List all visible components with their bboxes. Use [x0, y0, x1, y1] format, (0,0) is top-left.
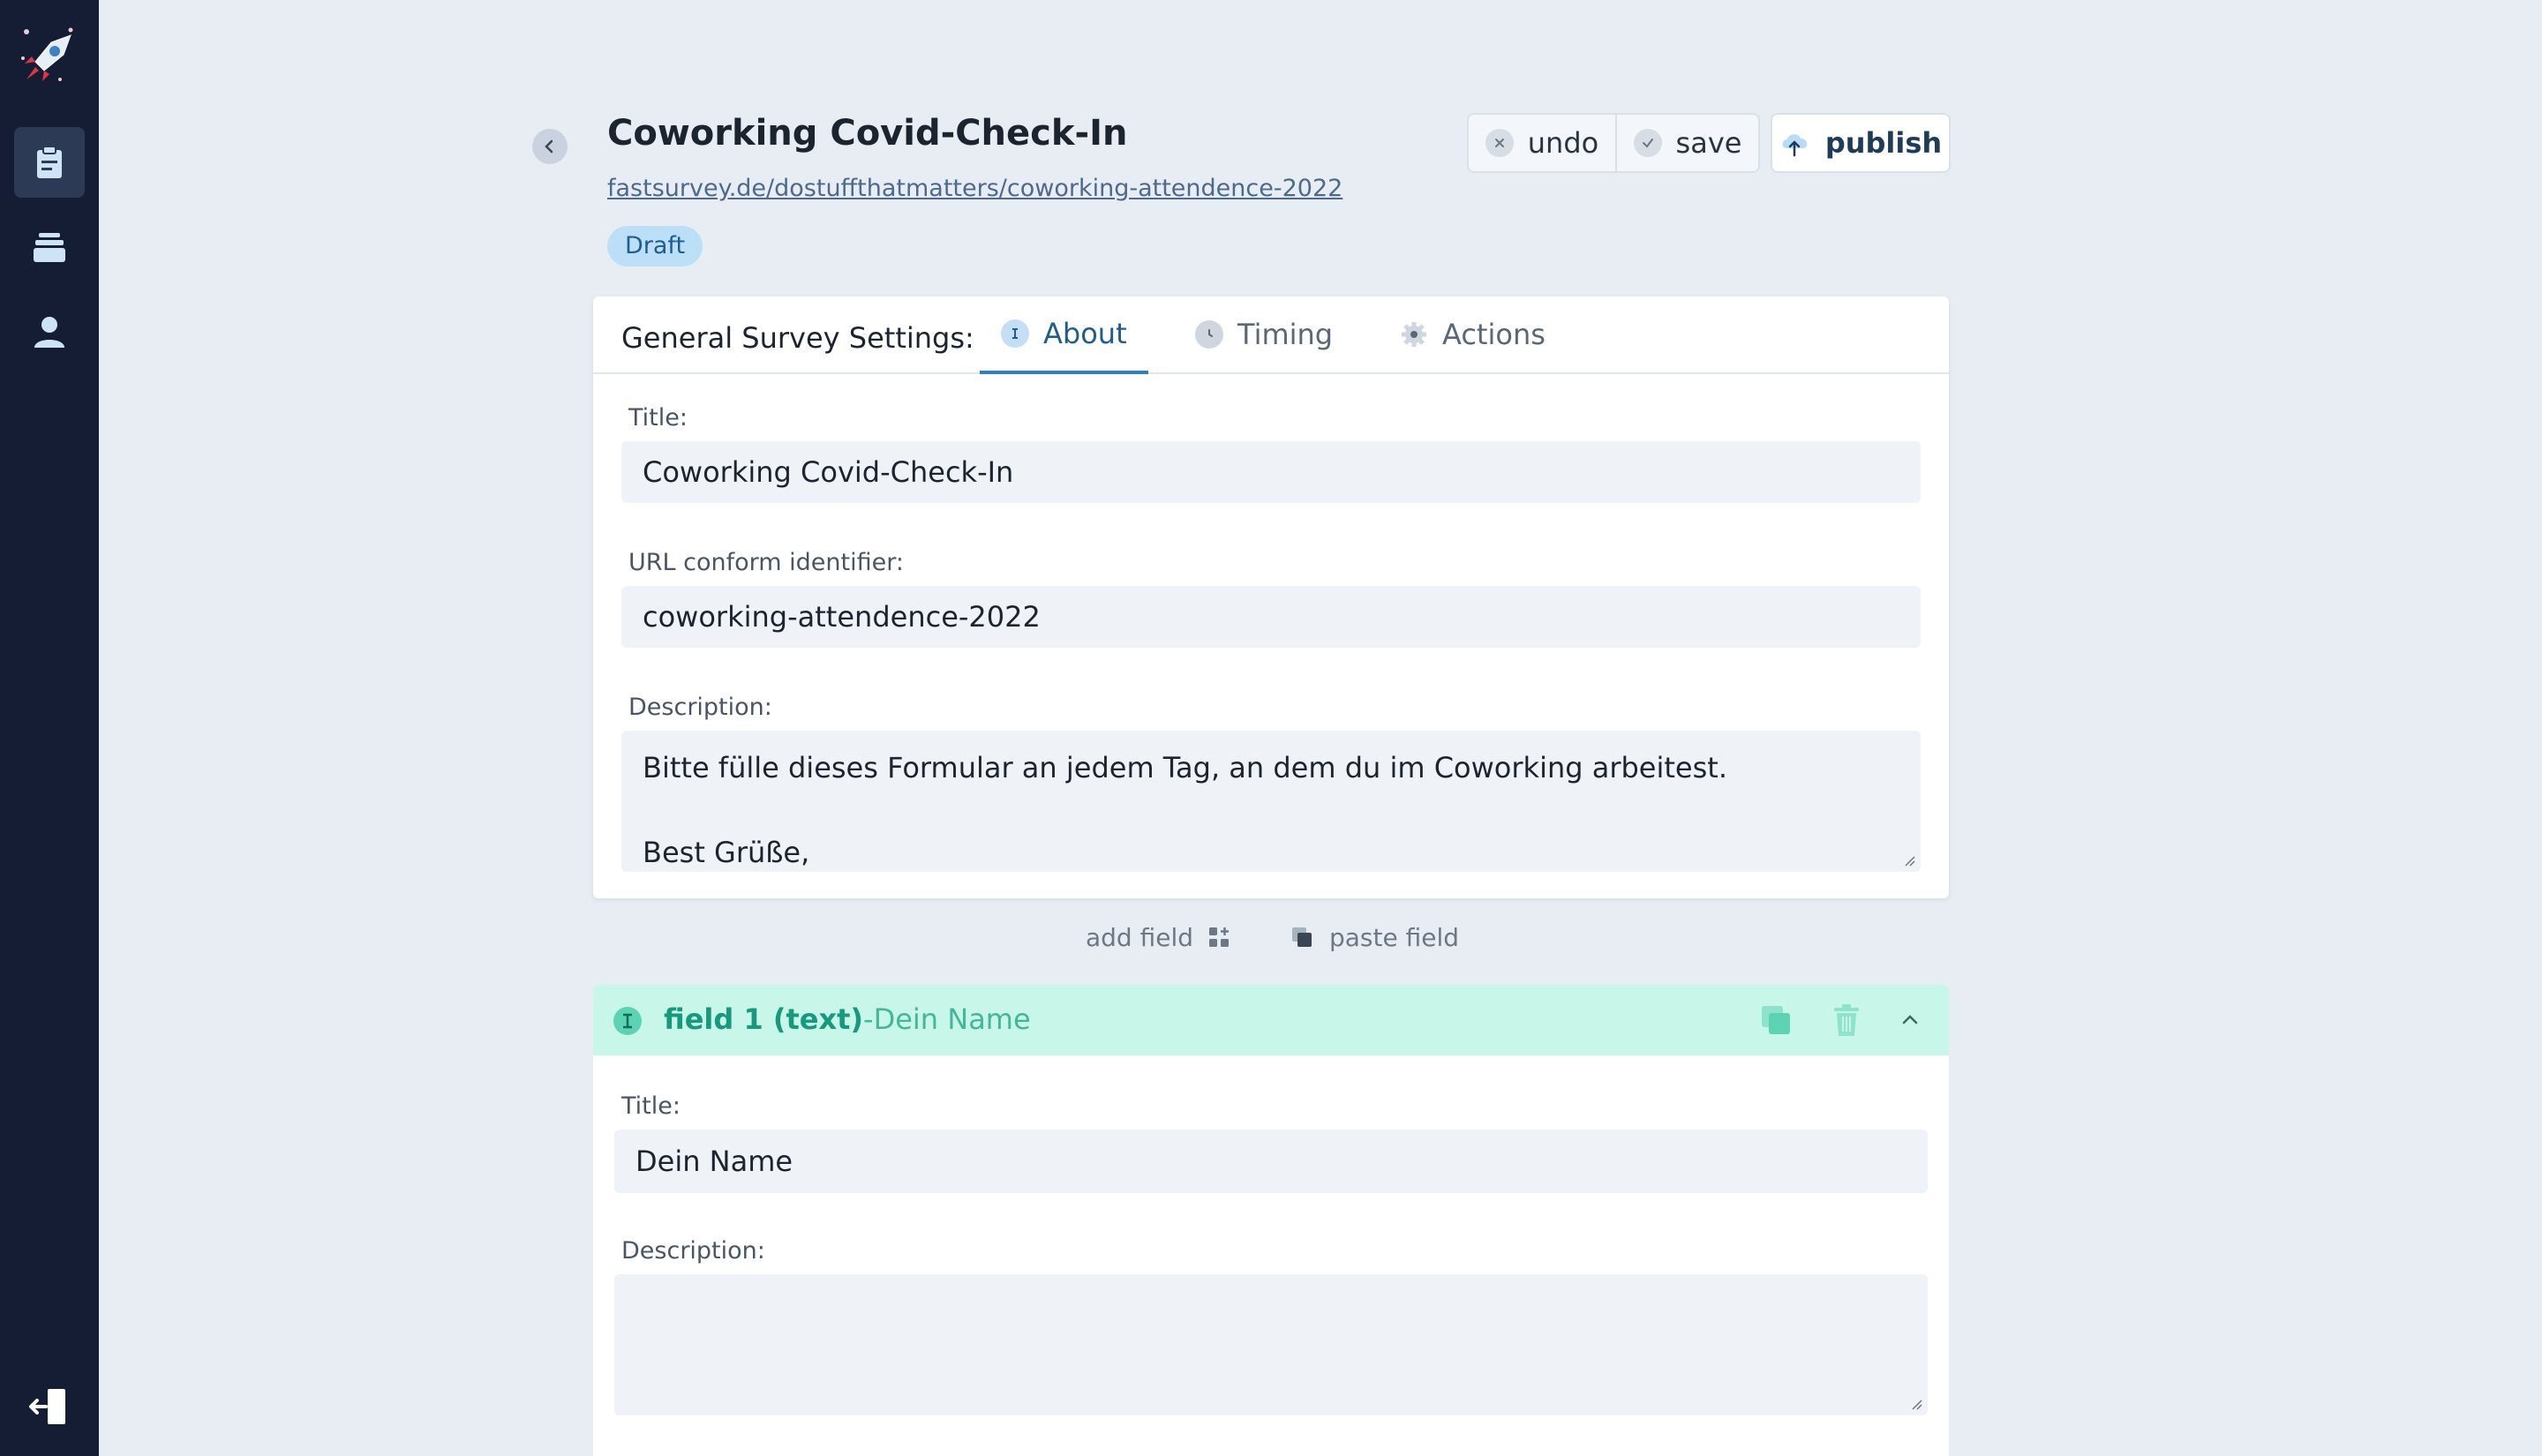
- field-type-label: field 1 (text): [664, 1002, 864, 1036]
- description-label: Description:: [628, 694, 772, 721]
- text-cursor-icon: [1001, 319, 1029, 348]
- add-field-button[interactable]: add field: [1086, 923, 1232, 952]
- status-badge: Draft: [607, 226, 703, 266]
- sidebar-item-account[interactable]: [14, 296, 85, 367]
- field-card: field 1 (text)-Dein Name Title: Dein Nam…: [593, 985, 1949, 1456]
- title-input-value: Coworking Covid-Check-In: [643, 455, 1014, 489]
- sidebar: [0, 0, 99, 1456]
- chevron-up-icon: [1902, 1015, 1918, 1024]
- sidebar-item-surveys[interactable]: [14, 127, 85, 198]
- field-header[interactable]: field 1 (text)-Dein Name: [593, 985, 1949, 1055]
- publish-button[interactable]: publish: [1772, 115, 1949, 171]
- identifier-input[interactable]: coworking-attendence-2022: [621, 586, 1921, 648]
- back-button[interactable]: [532, 129, 568, 164]
- field-header-title: field 1 (text)-Dein Name: [664, 1002, 1031, 1036]
- tab-actions-label: Actions: [1442, 318, 1546, 351]
- paste-field-label: paste field: [1329, 923, 1460, 952]
- paste-field-button[interactable]: paste field: [1290, 923, 1459, 952]
- description-line-1: Bitte fülle dieses Formular an jedem Tag…: [643, 751, 1727, 784]
- sidebar-item-archive[interactable]: [14, 212, 85, 282]
- field-title-input[interactable]: Dein Name: [614, 1130, 1928, 1193]
- cloud-upload-icon: [1782, 134, 1808, 157]
- rocket-logo-icon[interactable]: [16, 23, 83, 90]
- settings-tabs: General Survey Settings: About Timing Ac…: [593, 296, 1949, 374]
- copy-field-button[interactable]: [1756, 1001, 1795, 1039]
- save-label: save: [1675, 126, 1742, 160]
- field-title-input-value: Dein Name: [636, 1145, 793, 1178]
- copy-icon: [1762, 1006, 1790, 1034]
- tab-about[interactable]: About: [980, 296, 1148, 374]
- tab-actions[interactable]: Actions: [1400, 296, 1546, 372]
- description-line-2: Best Grüße,: [643, 836, 810, 869]
- check-icon: [1633, 129, 1662, 157]
- resize-handle-icon[interactable]: [1910, 1398, 1922, 1410]
- paste-icon: [1292, 927, 1312, 947]
- page-title: Coworking Covid-Check-In: [607, 113, 1128, 154]
- edit-button-group: undo save: [1467, 113, 1760, 173]
- identifier-label: URL conform identifier:: [628, 549, 904, 576]
- logout-icon[interactable]: [26, 1384, 72, 1430]
- chevron-left-icon: [545, 139, 553, 154]
- tab-timing[interactable]: Timing: [1195, 296, 1333, 372]
- description-textarea[interactable]: Bitte fülle dieses Formular an jedem Tag…: [621, 731, 1921, 872]
- user-icon: [34, 317, 64, 348]
- delete-field-button[interactable]: [1827, 1001, 1866, 1039]
- general-settings-card: General Survey Settings: About Timing Ac…: [593, 296, 1949, 898]
- trash-icon: [1834, 1004, 1859, 1036]
- field-description-textarea[interactable]: [614, 1274, 1928, 1415]
- publish-label: publish: [1824, 126, 1943, 160]
- add-grid-icon: [1209, 927, 1230, 947]
- close-icon: [1485, 129, 1514, 157]
- tab-about-label: About: [1043, 317, 1127, 350]
- field-description-label: Description:: [621, 1237, 765, 1265]
- tab-timing-label: Timing: [1237, 318, 1334, 351]
- stack-icon: [34, 233, 65, 262]
- survey-link[interactable]: fastsurvey.de/dostuffthatmatters/coworki…: [607, 175, 1342, 202]
- title-label: Title:: [628, 404, 688, 432]
- field-name-label: -Dein Name: [863, 1002, 1031, 1036]
- identifier-input-value: coworking-attendence-2022: [643, 600, 1041, 634]
- title-input[interactable]: Coworking Covid-Check-In: [621, 441, 1921, 503]
- undo-label: undo: [1527, 126, 1599, 160]
- save-button[interactable]: save: [1617, 115, 1758, 171]
- add-field-label: add field: [1086, 923, 1194, 952]
- clock-icon: [1195, 320, 1223, 349]
- clipboard-icon: [37, 146, 62, 178]
- resize-handle-icon[interactable]: [1903, 854, 1915, 867]
- gear-icon: [1400, 320, 1428, 349]
- publish-button-group: publish: [1771, 113, 1951, 173]
- text-cursor-icon: [613, 1007, 642, 1035]
- collapse-field-button[interactable]: [1891, 1001, 1929, 1039]
- settings-heading: General Survey Settings:: [621, 321, 974, 355]
- undo-button[interactable]: undo: [1469, 115, 1617, 171]
- field-title-label: Title:: [621, 1092, 681, 1120]
